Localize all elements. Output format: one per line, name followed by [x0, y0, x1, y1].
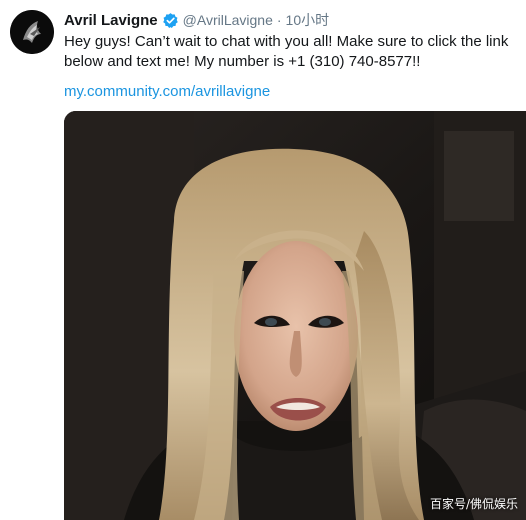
author-name[interactable]: Avril Lavigne — [64, 12, 158, 29]
avatar-image — [10, 10, 54, 54]
tweet-header: Avril Lavigne @AvrilLavigne · 10小时 — [64, 10, 329, 30]
author-handle[interactable]: @AvrilLavigne — [183, 12, 273, 28]
tweet-text-line-2: below and text me! My number is +1 (310)… — [64, 53, 421, 70]
watermark-text: 百家号/佛侃娱乐 — [429, 497, 518, 511]
tweet-link[interactable]: my.community.com/avrillavigne — [64, 82, 270, 102]
tweet-text: Hey guys! Can’t wait to chat with you al… — [64, 32, 519, 72]
avatar[interactable] — [10, 10, 54, 54]
tweet-timestamp[interactable]: 10小时 — [286, 10, 330, 30]
separator-dot: · — [276, 12, 282, 28]
tweet-card: Avril Lavigne @AvrilLavigne · 10小时 Hey g… — [0, 0, 526, 520]
tweet-text-line-1: Hey guys! Can’t wait to chat with you al… — [64, 33, 509, 50]
video-frame-image — [64, 111, 526, 520]
tweet-media-image[interactable]: 百家号/佛侃娱乐 — [64, 111, 526, 520]
verified-badge-icon — [162, 12, 179, 29]
